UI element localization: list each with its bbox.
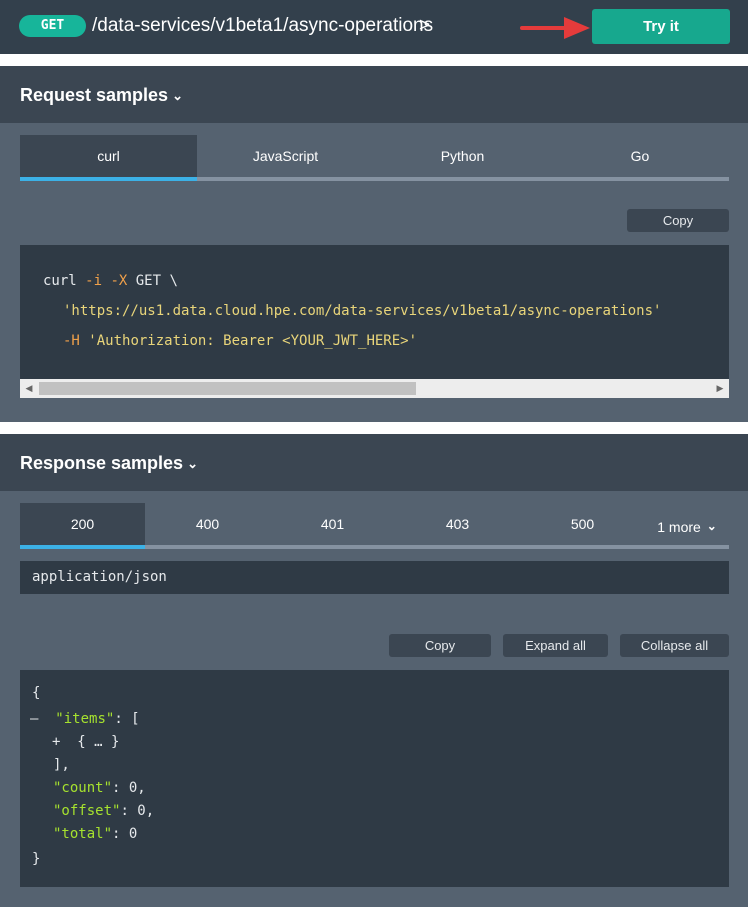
- json-key-offset: "offset": [53, 803, 121, 819]
- json-count-value: : 0,: [112, 780, 146, 796]
- code-line-3: -H 'Authorization: Bearer <YOUR_JWT_HERE…: [63, 333, 417, 349]
- json-key-total: "total": [53, 826, 113, 842]
- tab-401[interactable]: 401: [270, 503, 395, 545]
- json-items-line: – "items": [: [30, 711, 140, 727]
- tab-go[interactable]: Go: [551, 135, 729, 177]
- content-type-selector[interactable]: application/json: [20, 561, 729, 594]
- collapse-toggle-icon[interactable]: –: [30, 711, 38, 727]
- collapse-all-button[interactable]: Collapse all: [620, 634, 729, 657]
- scroll-right-icon[interactable]: ▶: [713, 381, 727, 396]
- active-tab-indicator: [20, 177, 197, 181]
- tab-403[interactable]: 403: [395, 503, 520, 545]
- json-key-items: "items": [55, 711, 115, 727]
- http-method-badge: GET: [19, 15, 86, 37]
- response-json-block[interactable]: { – "items": [ + { … } ], "count": 0, "o…: [20, 670, 729, 887]
- json-total-value: : 0: [112, 826, 138, 842]
- tab-javascript[interactable]: JavaScript: [197, 135, 374, 177]
- horizontal-scrollbar[interactable]: ◀ ▶: [20, 379, 729, 398]
- tab-200[interactable]: 200: [20, 503, 145, 545]
- active-tab-indicator: [20, 545, 145, 549]
- response-samples-title[interactable]: Response samples ⌄: [20, 451, 198, 477]
- endpoint-bar[interactable]: GET /data-services/v1beta1/async-operati…: [0, 0, 748, 54]
- json-close-brace: }: [32, 851, 41, 867]
- try-it-button[interactable]: Try it: [592, 9, 730, 44]
- arrow-annotation-icon: [520, 17, 590, 39]
- endpoint-path[interactable]: /data-services/v1beta1/async-operations: [92, 13, 433, 39]
- tab-500[interactable]: 500: [520, 503, 645, 545]
- code-cmd: curl: [43, 273, 77, 289]
- tab-400[interactable]: 400: [145, 503, 270, 545]
- chevron-right-icon[interactable]: >: [419, 13, 430, 39]
- more-tabs-label: 1 more: [657, 519, 701, 535]
- tab-python[interactable]: Python: [374, 135, 551, 177]
- request-samples-header[interactable]: Request samples ⌄: [0, 66, 748, 123]
- json-items-open: : [: [114, 711, 140, 727]
- response-samples-header[interactable]: Response samples ⌄: [0, 434, 748, 491]
- code-flags: -i -X: [85, 273, 128, 289]
- json-offset-value: : 0,: [120, 803, 155, 819]
- json-items-collapsed-line: + { … }: [52, 734, 119, 750]
- expand-all-button[interactable]: Expand all: [503, 634, 608, 657]
- tab-curl[interactable]: curl: [20, 135, 197, 177]
- code-verb: GET \: [135, 273, 178, 289]
- chevron-down-icon: ⌄: [187, 456, 198, 471]
- request-samples-panel: Request samples ⌄ curl JavaScript Python …: [0, 66, 748, 422]
- request-language-tabs: curl JavaScript Python Go: [20, 135, 729, 181]
- chevron-down-icon: ⌄: [706, 519, 717, 533]
- request-code-block[interactable]: curl -i -X GET \ 'https://us1.data.cloud…: [20, 245, 729, 379]
- chevron-down-icon: ⌄: [172, 88, 183, 103]
- json-key-count: "count": [53, 780, 113, 796]
- scrollbar-thumb[interactable]: [39, 382, 416, 395]
- tab-more[interactable]: 1 more ⌄: [645, 506, 729, 548]
- code-line-2: 'https://us1.data.cloud.hpe.com/data-ser…: [63, 303, 662, 319]
- code-header-flag: -H: [63, 333, 80, 349]
- response-samples-title-text: Response samples: [20, 453, 184, 473]
- response-samples-panel: Response samples ⌄ 200 400 401 403 500 1 …: [0, 434, 748, 907]
- json-collapsed-object[interactable]: { … }: [77, 734, 119, 750]
- response-copy-button[interactable]: Copy: [389, 634, 491, 657]
- code-header-value: 'Authorization: Bearer <YOUR_JWT_HERE>': [88, 333, 418, 349]
- request-samples-title-text: Request samples: [20, 85, 169, 105]
- json-open-brace: {: [32, 685, 41, 701]
- json-total-line: "total": 0: [53, 826, 137, 842]
- scroll-left-icon[interactable]: ◀: [22, 381, 36, 396]
- code-line-1: curl -i -X GET \: [43, 273, 178, 289]
- request-samples-title[interactable]: Request samples ⌄: [20, 83, 183, 109]
- json-count-line: "count": 0,: [53, 780, 146, 796]
- request-copy-button[interactable]: Copy: [627, 209, 729, 232]
- response-status-tabs: 200 400 401 403 500 1 more ⌄: [20, 503, 729, 549]
- json-items-close: ],: [53, 757, 70, 773]
- json-offset-line: "offset": 0,: [53, 803, 154, 819]
- expand-toggle-icon[interactable]: +: [52, 734, 60, 750]
